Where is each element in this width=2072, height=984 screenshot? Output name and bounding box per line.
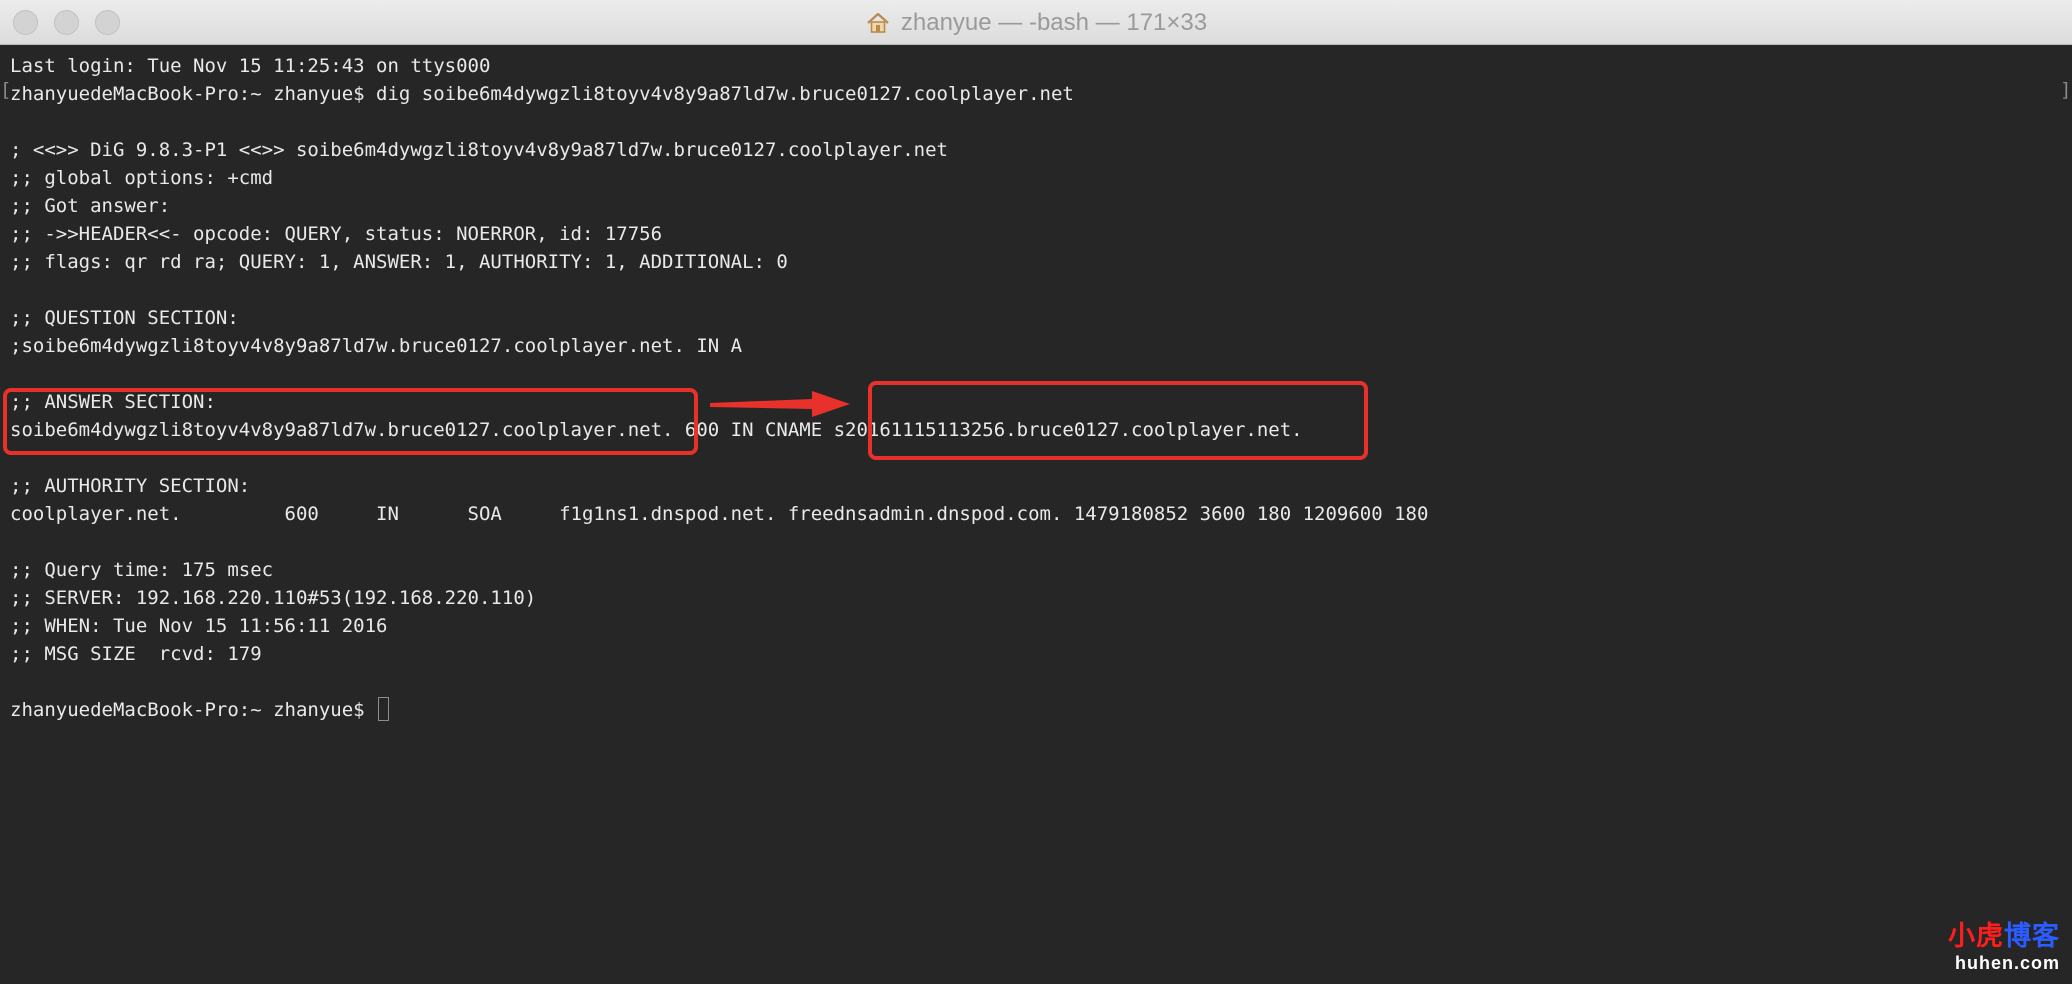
terminal-line-text: zhanyuedeMacBook-Pro:~ zhanyue$ dig soib… [10, 83, 1074, 105]
terminal-line-text: ; <<>> DiG 9.8.3-P1 <<>> soibe6m4dywgzli… [10, 139, 948, 161]
terminal-line: ;; QUESTION SECTION: [10, 304, 2072, 332]
terminal-line: ;; ->>HEADER<<- opcode: QUERY, status: N… [10, 220, 2072, 248]
terminal-line-text: ;; flags: qr rd ra; QUERY: 1, ANSWER: 1,… [10, 251, 788, 273]
terminal-line: coolplayer.net. 600 IN SOA f1g1ns1.dnspo… [10, 500, 2072, 528]
terminal-line: ;; flags: qr rd ra; QUERY: 1, ANSWER: 1,… [10, 248, 2072, 276]
window-title-container: zhanyue — -bash — 171×33 [0, 0, 2072, 45]
terminal-line-text: ;soibe6m4dywgzli8toyv4v8y9a87ld7w.bruce0… [10, 335, 743, 357]
prompt-line: zhanyuedeMacBook-Pro:~ zhanyue$ [10, 696, 2072, 724]
terminal-line-text: ;; ->>HEADER<<- opcode: QUERY, status: N… [10, 223, 663, 245]
terminal-line-text: ;; Query time: 175 msec [10, 559, 274, 581]
terminal-line-text: ;; WHEN: Tue Nov 15 11:56:11 2016 [10, 615, 388, 637]
terminal-line-text: ;; MSG SIZE rcvd: 179 [10, 643, 262, 665]
terminal-line-text: ;; QUESTION SECTION: [10, 307, 239, 329]
terminal-line: zhanyuedeMacBook-Pro:~ zhanyue$ dig soib… [10, 80, 2072, 108]
answer-highlight-box [3, 388, 698, 455]
terminal-line: ;; SERVER: 192.168.220.110#53(192.168.22… [10, 584, 2072, 612]
mark-bracket-right: ] [2060, 79, 2072, 101]
title-bar[interactable]: zhanyue — -bash — 171×33 [0, 0, 2072, 45]
terminal-line-text: zhanyuedeMacBook-Pro:~ zhanyue$ [10, 699, 377, 721]
mark-bracket-left: [ [0, 79, 12, 101]
terminal-output[interactable]: Last login: Tue Nov 15 11:25:43 on ttys0… [0, 45, 2072, 984]
terminal-line: ;; Query time: 175 msec [10, 556, 2072, 584]
watermark-url: huhen.com [1954, 953, 2060, 973]
terminal-line: ;soibe6m4dywgzli8toyv4v8y9a87ld7w.bruce0… [10, 332, 2072, 360]
terminal-line-text: Last login: Tue Nov 15 11:25:43 on ttys0… [10, 55, 491, 77]
terminal-line-text: ;; AUTHORITY SECTION: [10, 475, 251, 497]
terminal-line-text: ;; SERVER: 192.168.220.110#53(192.168.22… [10, 587, 537, 609]
home-icon [865, 10, 891, 36]
cname-highlight-box [868, 381, 1368, 460]
window-title: zhanyue — -bash — 171×33 [900, 8, 1208, 36]
terminal-line-text: ;; global options: +cmd [10, 167, 274, 189]
terminal-line: ;; MSG SIZE rcvd: 179 [10, 640, 2072, 668]
terminal-line: ; <<>> DiG 9.8.3-P1 <<>> soibe6m4dywgzli… [10, 136, 2072, 164]
terminal-line-text: coolplayer.net. 600 IN SOA f1g1ns1.dnspo… [10, 503, 1429, 525]
arrow-icon [710, 391, 850, 417]
terminal-line: ;; Got answer: [10, 192, 2072, 220]
terminal-line: ;; global options: +cmd [10, 164, 2072, 192]
watermark: 小虎博客 huhen.com [1948, 914, 2060, 974]
terminal-line: ;; AUTHORITY SECTION: [10, 472, 2072, 500]
terminal-line: ;; WHEN: Tue Nov 15 11:56:11 2016 [10, 612, 2072, 640]
terminal-line: Last login: Tue Nov 15 11:25:43 on ttys0… [10, 52, 2072, 80]
text-cursor [378, 697, 390, 721]
terminal-window: zhanyue — -bash — 171×33 Last login: Tue… [0, 0, 2072, 984]
terminal-line-text: ;; Got answer: [10, 195, 171, 217]
watermark-brand: 小虎博客 [1948, 921, 2060, 951]
